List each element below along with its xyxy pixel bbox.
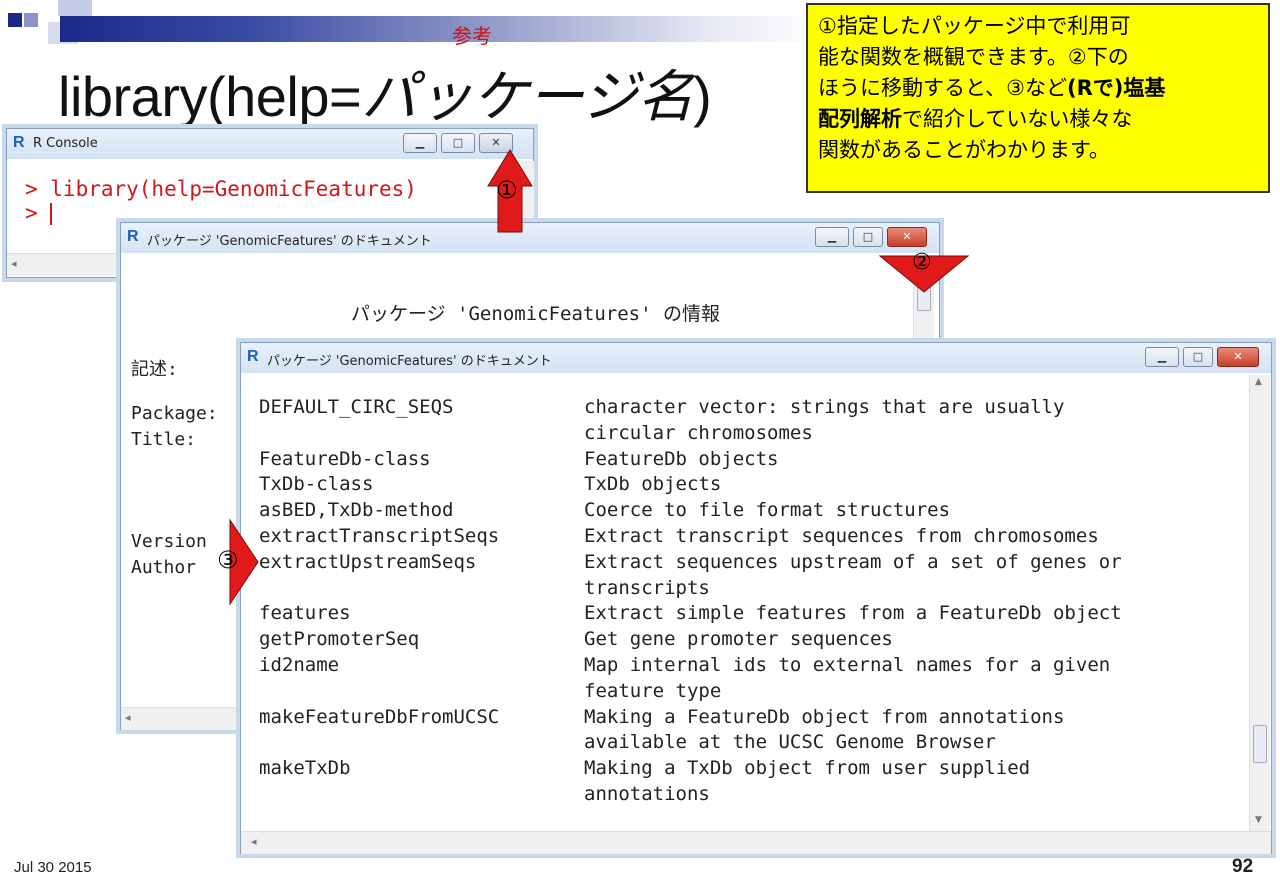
marker-3: ③ (217, 546, 239, 574)
marker-1: ① (496, 176, 518, 204)
page-number: 92 (1232, 856, 1254, 877)
footer-date: Jul 30 2015 (14, 859, 92, 876)
annotation-arrows (229, 149, 970, 606)
marker-2: ② (912, 250, 932, 275)
